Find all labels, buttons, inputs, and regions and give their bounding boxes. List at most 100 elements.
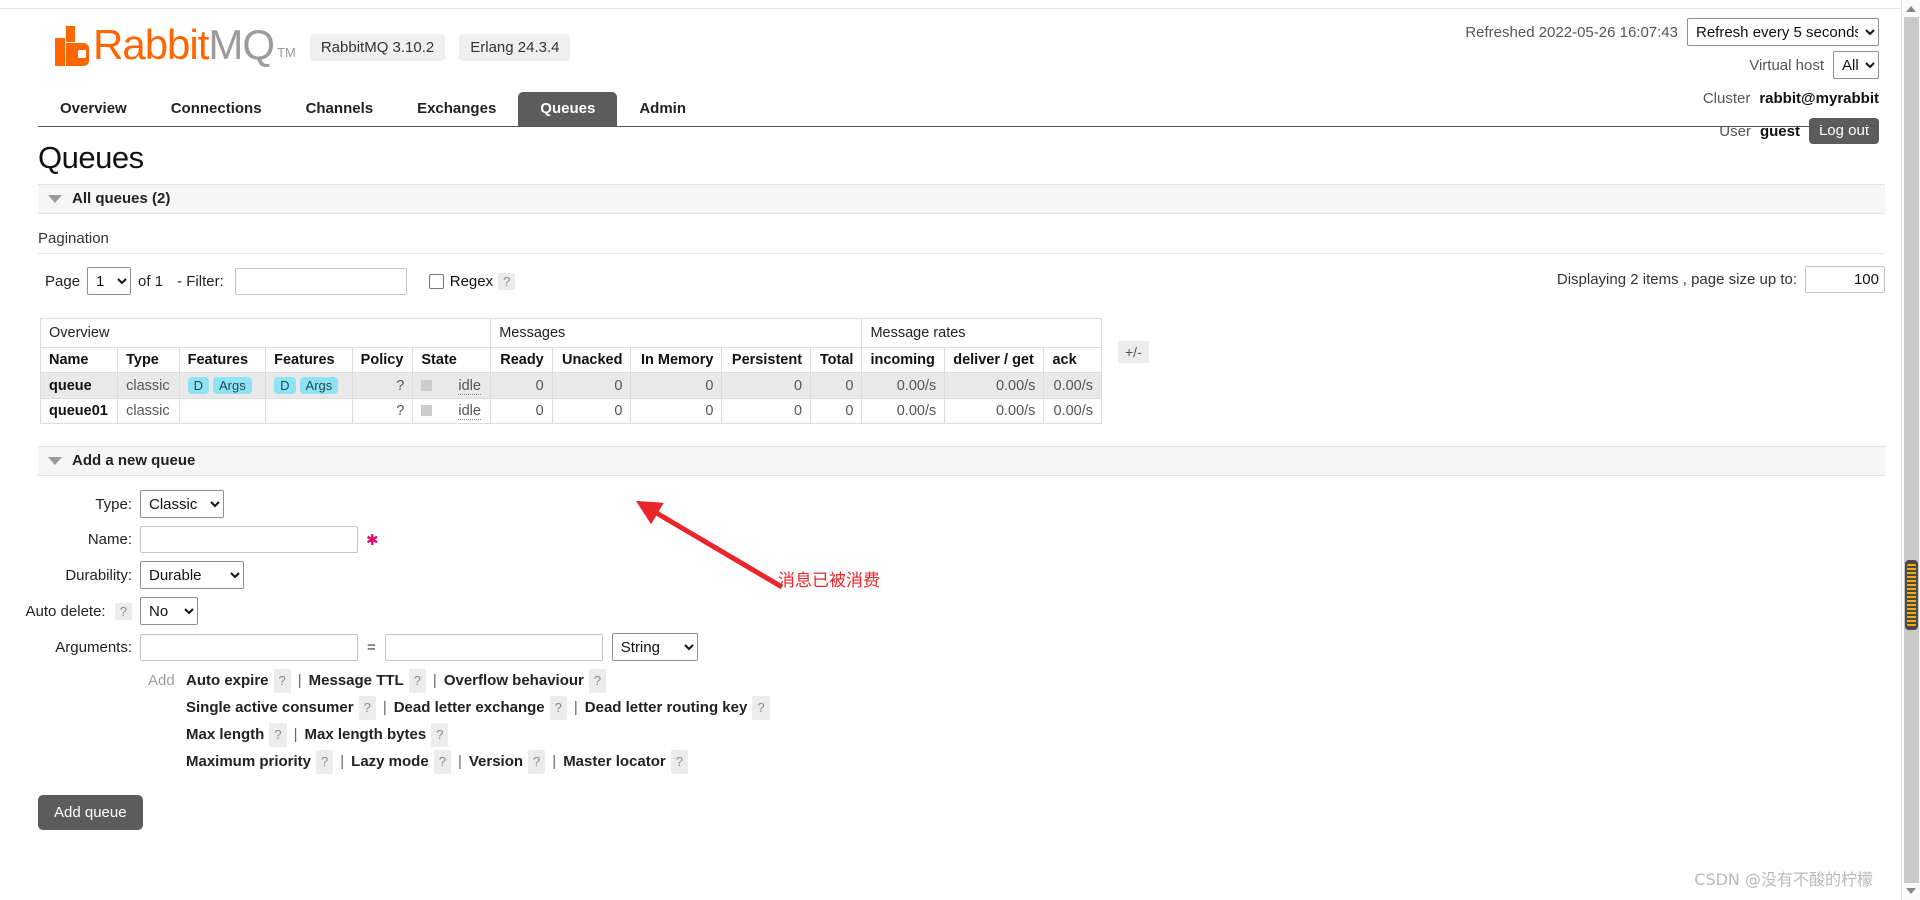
vhost-row: Virtual host All/ <box>1465 51 1879 79</box>
preset-separator: | <box>573 699 578 716</box>
filter-input[interactable] <box>234 267 407 295</box>
collapse-triangle-icon[interactable] <box>48 456 62 465</box>
preset-help-icon[interactable]: ? <box>752 696 770 720</box>
table-column-header[interactable]: Name <box>39 347 119 373</box>
all-queues-section-header[interactable]: All queues (2) <box>38 184 1885 214</box>
regex-checkbox[interactable] <box>428 273 444 289</box>
table-column-header[interactable]: In Memory <box>630 347 723 373</box>
preset-link-auto-expire[interactable]: Auto expire <box>186 670 269 692</box>
logo-wordmark: RabbitMQ <box>93 24 275 66</box>
table-group-header: Message rates <box>861 318 1102 348</box>
pagination-divider <box>38 253 1885 254</box>
scroll-up-arrow-icon[interactable] <box>1906 6 1916 12</box>
messages-in-memory-cell: 0 <box>630 398 723 424</box>
table-column-header[interactable]: Type <box>117 347 180 373</box>
preset-link-version[interactable]: Version <box>469 751 523 773</box>
preset-line: Max length? | Max length bytes? <box>148 723 1901 747</box>
preset-link-message-ttl[interactable]: Message TTL <box>309 670 404 692</box>
argument-value-input[interactable] <box>384 633 603 661</box>
table-column-header[interactable]: Policy <box>351 347 414 373</box>
preset-link-dead-letter-exchange[interactable]: Dead letter exchange <box>394 697 545 719</box>
page-number-select[interactable]: 1 <box>87 267 132 295</box>
preset-help-icon[interactable]: ? <box>528 750 546 774</box>
table-row[interactable]: queue01 classic? idle 0 0 0 0 0 0.00/s 0.00/s 0.00… <box>39 398 1102 424</box>
table-column-header[interactable]: incoming <box>861 347 946 373</box>
table-group-header: Messages <box>490 318 863 348</box>
add-argument-label[interactable]: Add <box>148 670 186 692</box>
nav-tab-overview[interactable]: Overview <box>38 92 149 126</box>
regex-help-icon[interactable]: ? <box>498 272 516 290</box>
queue-name-cell[interactable]: queue <box>39 372 119 399</box>
auto-delete-help-icon[interactable]: ? <box>114 602 132 620</box>
preset-help-icon[interactable]: ? <box>431 723 449 747</box>
required-asterisk-icon: ✱ <box>366 531 379 549</box>
page-size-input[interactable] <box>1805 266 1885 293</box>
preset-help-icon[interactable]: ? <box>408 669 426 693</box>
preset-help-icon[interactable]: ? <box>269 723 287 747</box>
add-queue-section-header[interactable]: Add a new queue <box>38 446 1885 476</box>
table-column-header[interactable]: Ready <box>490 347 553 373</box>
argument-type-select[interactable]: StringNumberBooleanList <box>611 633 698 661</box>
nav-tab-connections[interactable]: Connections <box>149 92 284 126</box>
preset-help-icon[interactable]: ? <box>549 696 567 720</box>
preset-separator: | <box>382 699 387 716</box>
preset-link-dead-letter-routing-key[interactable]: Dead letter routing key <box>585 697 748 719</box>
preset-link-lazy-mode[interactable]: Lazy mode <box>351 751 429 773</box>
preset-help-icon[interactable]: ? <box>588 669 607 693</box>
annotation-text: 消息已被消费 <box>778 571 880 591</box>
preset-link-overflow-behaviour[interactable]: Overflow behaviour <box>444 670 584 692</box>
queues-table: Overview Messages Message rates Name Type Fe… <box>39 318 1102 424</box>
auto-delete-label: Auto delete: ? <box>0 602 140 620</box>
page-label: Page <box>45 272 81 290</box>
preset-help-icon[interactable]: ? <box>433 750 451 774</box>
scrollbar-thumb[interactable] <box>1905 560 1918 630</box>
rate-incoming-cell: 0.00/s <box>861 372 946 399</box>
table-column-header[interactable]: deliver / get <box>944 347 1045 373</box>
nav-tab-queues[interactable]: Queues <box>518 92 618 126</box>
refreshed-timestamp: Refreshed 2022-05-26 16:07:43 <box>1465 23 1678 41</box>
durability-select[interactable]: DurableTransient <box>140 561 244 589</box>
table-column-header[interactable]: ack <box>1043 347 1102 373</box>
pagination-controls: Page 1 of 1 - Filter: Regex ? Displaying… <box>38 266 1885 296</box>
scrollbar-track[interactable] <box>1904 17 1919 883</box>
argument-key-input[interactable] <box>140 633 358 661</box>
column-toggle-button[interactable]: +/- <box>1118 341 1149 363</box>
preset-link-max-length-bytes[interactable]: Max length bytes <box>304 724 426 746</box>
nav-tab-admin[interactable]: Admin <box>617 92 708 126</box>
preset-help-icon[interactable]: ? <box>670 750 688 774</box>
queue-policy-cell: ? <box>351 398 414 424</box>
page-title: Queues <box>38 140 144 175</box>
preset-help-icon[interactable]: ? <box>358 696 376 720</box>
preset-link-maximum-priority[interactable]: Maximum priority <box>186 751 311 773</box>
scroll-down-arrow-icon[interactable] <box>1906 888 1916 894</box>
queue-type-select[interactable]: ClassicQuorumStream <box>140 490 224 518</box>
preset-line: Maximum priority? | Lazy mode? | Version? | Ma… <box>148 750 1901 774</box>
add-queue-submit-button[interactable]: Add queue <box>38 795 143 830</box>
vhost-select[interactable]: All/ <box>1833 51 1879 79</box>
preset-link-max-length[interactable]: Max length <box>186 724 264 746</box>
preset-link-single-active-consumer[interactable]: Single active consumer <box>186 697 354 719</box>
displaying-items-panel: Displaying 2 items , page size up to: <box>1557 266 1885 293</box>
queue-name-cell[interactable]: queue01 <box>39 398 119 424</box>
refresh-interval-select[interactable]: Refresh every 5 secondsRefresh every 10 … <box>1687 18 1879 46</box>
table-column-header[interactable]: Persistent <box>721 347 812 373</box>
nav-tab-exchanges[interactable]: Exchanges <box>395 92 518 126</box>
vertical-scrollbar[interactable] <box>1901 0 1920 900</box>
nav-tab-channels[interactable]: Channels <box>284 92 396 126</box>
auto-delete-select[interactable]: NoYes <box>140 597 198 625</box>
preset-help-icon[interactable]: ? <box>316 750 334 774</box>
name-row: Name: ✱ <box>0 526 1901 553</box>
table-column-header[interactable]: Features <box>178 347 267 373</box>
queues-table-column-header-row: Name Type Features Features Policy State Ready… <box>39 347 1102 373</box>
table-column-header[interactable]: Total <box>810 347 863 373</box>
preset-help-icon[interactable]: ? <box>273 669 291 693</box>
preset-link-master-locator[interactable]: Master locator <box>563 751 666 773</box>
collapse-triangle-icon[interactable] <box>48 194 62 203</box>
feature-badge: Args <box>213 377 252 394</box>
table-column-header[interactable]: Features <box>265 347 353 373</box>
feature-badge: Args <box>299 377 339 394</box>
table-row[interactable]: queue classic D Args D Args? idle 0 0 0 0 0 0.00/s 0.… <box>39 372 1102 399</box>
table-column-header[interactable]: Unacked <box>551 347 632 373</box>
queue-name-input[interactable] <box>140 526 358 553</box>
table-column-header[interactable]: State <box>412 347 492 373</box>
